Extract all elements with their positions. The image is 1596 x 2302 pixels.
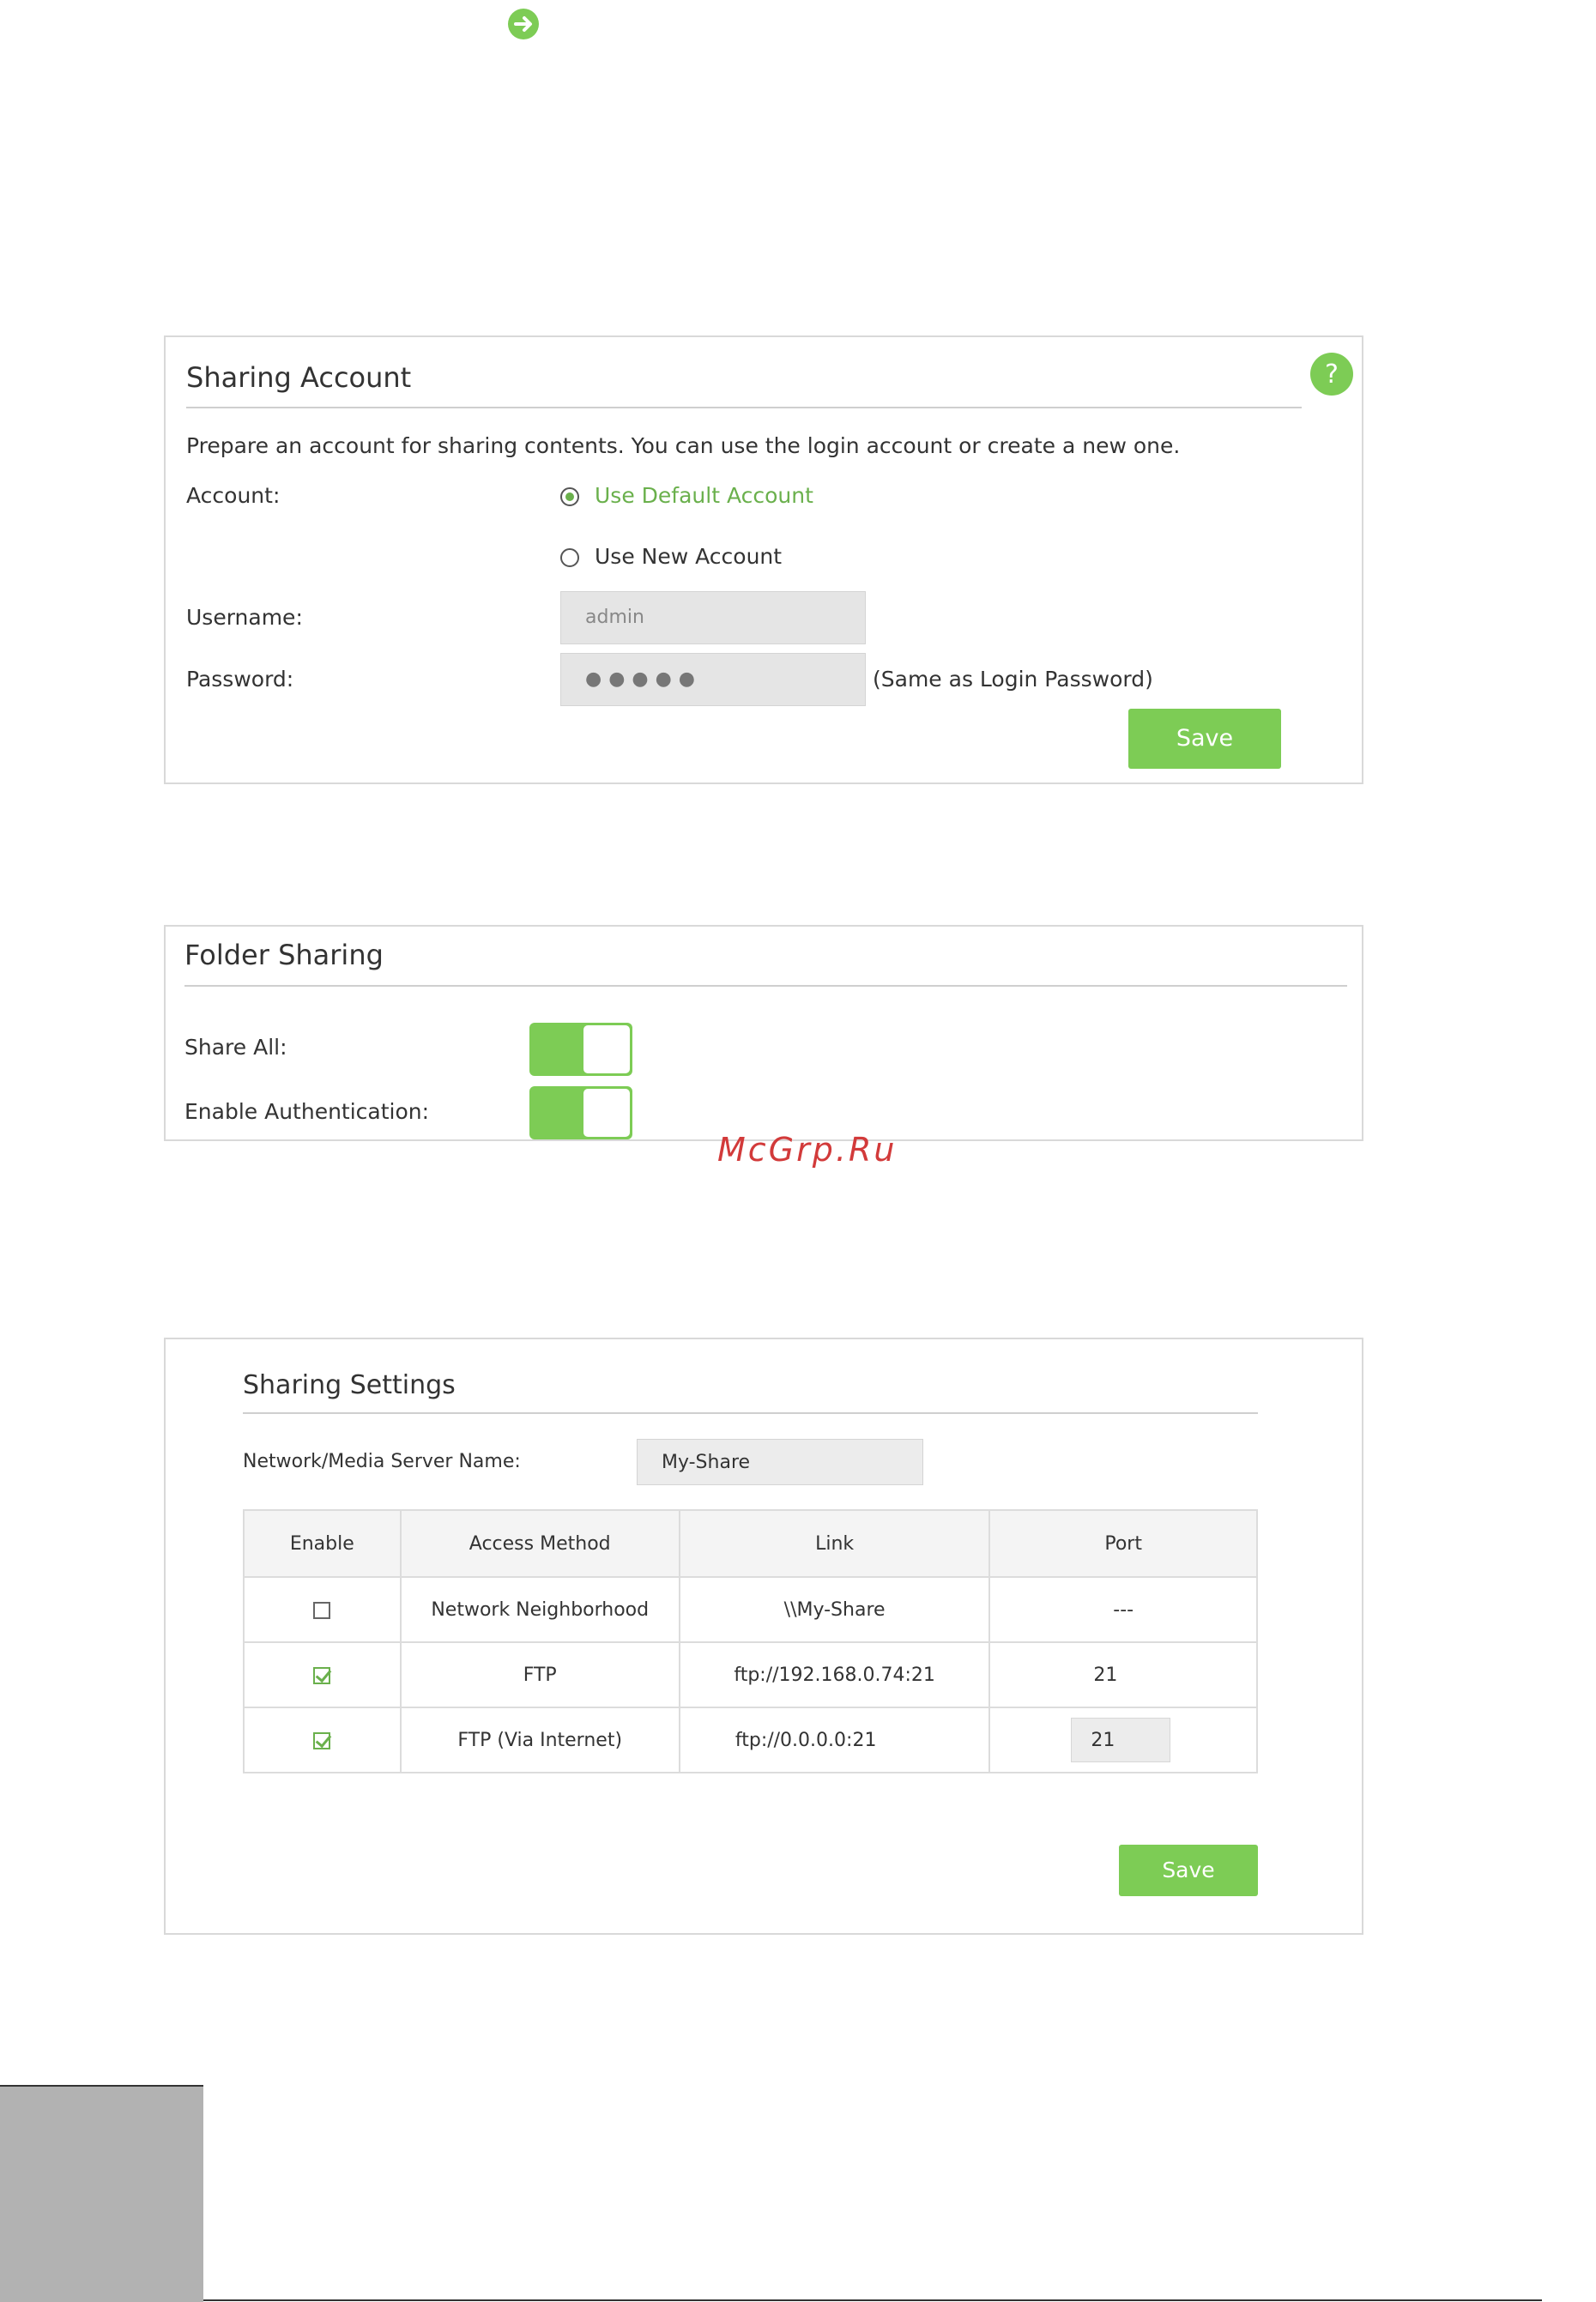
port-cell: 21 (988, 1641, 1258, 1708)
port-cell: 21 (988, 1707, 1258, 1773)
toggle-knob (583, 1025, 630, 1073)
column-header-port: Port (988, 1509, 1258, 1578)
svg-text:?: ? (1325, 359, 1339, 390)
enable-cell (243, 1576, 402, 1643)
enable-cell (243, 1707, 402, 1773)
enable-checkbox[interactable] (313, 1666, 331, 1684)
question-mark-icon[interactable]: ? (1309, 352, 1354, 396)
watermark: McGrp.Ru (717, 1131, 898, 1169)
link-cell: ftp://192.168.0.74:21 (678, 1641, 991, 1708)
use-default-account-label[interactable]: Use Default Account (595, 483, 813, 508)
username-label: Username: (186, 605, 303, 630)
folder-sharing-title: Folder Sharing (184, 939, 384, 971)
use-new-account-label[interactable]: Use New Account (595, 544, 782, 569)
sharing-account-title: Sharing Account (186, 361, 412, 394)
link-cell: ftp://0.0.0.0:21 (678, 1707, 991, 1773)
enable-checkbox[interactable] (313, 1731, 331, 1749)
folder-sharing-panel: Folder Sharing Share All: Enable Authent… (164, 925, 1363, 1141)
use-default-account-radio[interactable] (560, 487, 579, 506)
page-number-block (0, 2087, 203, 2302)
table-row: FTP (Via Internet) ftp://0.0.0.0:21 21 (243, 1707, 1258, 1773)
sharing-description: Prepare an account for sharing contents.… (186, 433, 1181, 458)
title-divider (184, 985, 1347, 987)
sharing-table: Enable Access Method Link Port Network N… (243, 1509, 1258, 1773)
column-header-enable: Enable (243, 1509, 402, 1578)
footer-bottom-rule (203, 2299, 1542, 2301)
password-note: (Same as Login Password) (873, 667, 1153, 692)
port-cell: --- (988, 1576, 1258, 1643)
sharing-settings-panel: Sharing Settings Network/Media Server Na… (164, 1338, 1363, 1935)
column-header-link: Link (678, 1509, 991, 1578)
account-label: Account: (186, 483, 281, 508)
toggle-knob (583, 1089, 630, 1137)
port-input[interactable]: 21 (1071, 1718, 1171, 1762)
table-header-row: Enable Access Method Link Port (243, 1509, 1258, 1578)
server-name-label: Network/Media Server Name: (243, 1451, 521, 1472)
enable-cell (243, 1641, 402, 1708)
password-label: Password: (186, 667, 294, 692)
access-method-cell: FTP (Via Internet) (399, 1707, 680, 1773)
port-value: 21 (1093, 1664, 1118, 1686)
table-row: FTP ftp://192.168.0.74:21 21 (243, 1641, 1258, 1708)
password-field[interactable]: ●●●●● (560, 653, 866, 706)
username-field[interactable]: admin (560, 591, 866, 644)
title-divider (186, 407, 1302, 408)
sharing-settings-save-button[interactable]: Save (1119, 1845, 1258, 1896)
access-method-cell: Network Neighborhood (399, 1576, 680, 1643)
link-cell: \\My-Share (678, 1576, 991, 1643)
share-all-toggle[interactable] (529, 1023, 632, 1076)
enable-checkbox[interactable] (313, 1601, 331, 1619)
sharing-account-save-button[interactable]: Save (1128, 709, 1281, 769)
sharing-account-panel: Sharing Account ? Prepare an account for… (164, 335, 1363, 784)
arrow-right-circle-icon (508, 9, 539, 39)
column-header-access-method: Access Method (399, 1509, 680, 1578)
enable-authentication-label: Enable Authentication: (184, 1099, 430, 1124)
sharing-settings-title: Sharing Settings (243, 1370, 456, 1400)
use-new-account-radio[interactable] (560, 548, 579, 567)
table-row: Network Neighborhood \\My-Share --- (243, 1576, 1258, 1643)
enable-authentication-toggle[interactable] (529, 1086, 632, 1139)
title-divider (243, 1412, 1258, 1414)
share-all-label: Share All: (184, 1035, 287, 1060)
server-name-field[interactable]: My-Share (637, 1439, 923, 1485)
access-method-cell: FTP (399, 1641, 680, 1708)
